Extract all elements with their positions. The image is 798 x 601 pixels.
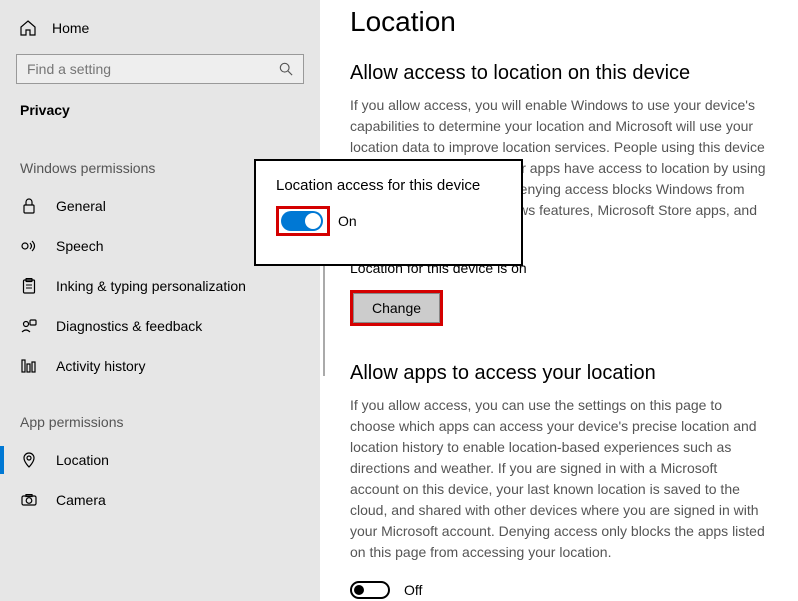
section2-title: Allow apps to access your location bbox=[350, 362, 768, 385]
location-access-popup: Location access for this device On bbox=[254, 159, 523, 266]
search-input-wrap[interactable] bbox=[16, 54, 304, 84]
apps-location-toggle[interactable] bbox=[350, 581, 390, 599]
sidebar-item-location[interactable]: Location bbox=[0, 440, 320, 480]
change-button[interactable]: Change bbox=[353, 293, 440, 323]
apps-location-toggle-label: Off bbox=[404, 582, 422, 598]
sidebar-item-label: Location bbox=[56, 452, 109, 468]
scroll-indicator bbox=[323, 256, 325, 376]
camera-icon bbox=[20, 494, 38, 506]
search-wrap bbox=[0, 44, 320, 94]
speech-icon bbox=[20, 239, 38, 253]
home-icon bbox=[20, 20, 36, 36]
feedback-icon bbox=[20, 319, 38, 333]
sidebar-item-label: Diagnostics & feedback bbox=[56, 318, 202, 334]
sidebar-item-diagnostics[interactable]: Diagnostics & feedback bbox=[0, 306, 320, 346]
sidebar-item-label: Camera bbox=[56, 492, 106, 508]
section2-body: If you allow access, you can use the set… bbox=[350, 395, 768, 563]
sidebar-item-label: Inking & typing personalization bbox=[56, 278, 246, 294]
sidebar-item-label: General bbox=[56, 198, 106, 214]
sidebar-item-label: Activity history bbox=[56, 358, 145, 374]
search-input[interactable] bbox=[27, 61, 279, 77]
sidebar: Home Privacy Windows permissions General… bbox=[0, 0, 320, 601]
lock-icon bbox=[20, 198, 38, 214]
sidebar-item-activity[interactable]: Activity history bbox=[0, 346, 320, 386]
section1-title: Allow access to location on this device bbox=[350, 62, 768, 85]
history-icon bbox=[20, 359, 38, 373]
category-label: Privacy bbox=[0, 94, 320, 132]
home-label: Home bbox=[52, 20, 89, 36]
popup-toggle-highlight bbox=[276, 206, 330, 236]
main-content: Location Allow access to location on thi… bbox=[320, 0, 798, 601]
sidebar-item-camera[interactable]: Camera bbox=[0, 480, 320, 520]
clipboard-icon bbox=[20, 278, 38, 294]
search-icon bbox=[279, 62, 293, 76]
sidebar-item-inking[interactable]: Inking & typing personalization bbox=[0, 266, 320, 306]
device-location-toggle-label: On bbox=[338, 213, 357, 229]
group-app-permissions: App permissions bbox=[0, 414, 320, 430]
sidebar-item-label: Speech bbox=[56, 238, 103, 254]
device-location-toggle[interactable] bbox=[281, 211, 323, 231]
apps-location-toggle-row: Off bbox=[350, 581, 768, 599]
location-icon bbox=[20, 452, 38, 468]
popup-title: Location access for this device bbox=[276, 177, 501, 194]
home-link[interactable]: Home bbox=[0, 12, 320, 44]
change-button-highlight: Change bbox=[350, 290, 443, 326]
page-title: Location bbox=[350, 6, 768, 38]
